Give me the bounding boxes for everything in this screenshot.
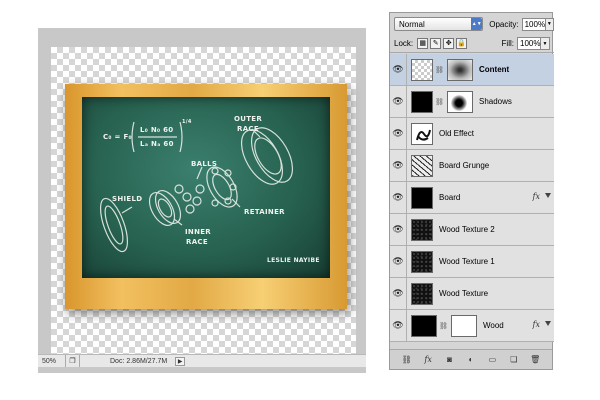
opacity-dropdown-icon[interactable]: ▼ xyxy=(545,17,554,31)
layer-thumbnail xyxy=(411,58,433,81)
layer-thumbnail xyxy=(411,250,433,273)
layer-thumbnail xyxy=(411,282,433,305)
lock-position-icon[interactable]: ✥ xyxy=(443,38,455,49)
eye-icon[interactable]: 👁 xyxy=(390,278,407,309)
layer-name: Wood xyxy=(483,321,504,330)
fill-dropdown-icon[interactable]: ▼ xyxy=(541,37,550,50)
layer-thumbnail xyxy=(411,90,433,113)
formula-numerator: L₀ N₀ 60 xyxy=(140,126,174,134)
label-balls: BALLS xyxy=(191,160,218,168)
layer-row-board-grunge[interactable]: 👁 Board Grunge xyxy=(390,150,554,182)
layer-name: Wood Texture 1 xyxy=(439,257,495,266)
canvas-window[interactable]: C₀ = F₀ L₀ N₀ 60 Lₐ Nₐ 60 1/4 OUTER RACE… xyxy=(38,28,366,373)
fx-icon[interactable]: fx xyxy=(533,320,540,329)
layer-row-wood-texture-1[interactable]: 👁 Wood Texture 1 xyxy=(390,246,554,278)
layer-name: Wood Texture xyxy=(439,289,489,298)
formula-lhs: C₀ = F₀ xyxy=(103,133,132,141)
label-outer-race: RACE xyxy=(237,125,259,133)
eye-icon[interactable]: 👁 xyxy=(390,214,407,245)
trash-icon[interactable]: 🗑 xyxy=(528,354,542,366)
status-bar: 50% ❐ Doc: 2.86M/27.7M ▶ xyxy=(38,354,366,367)
layer-row-wood-texture[interactable]: 👁 Wood Texture xyxy=(390,278,554,310)
layer-mask-thumbnail[interactable] xyxy=(447,58,473,81)
eye-icon[interactable]: 👁 xyxy=(390,118,407,149)
chain-link-icon[interactable]: ⛓ xyxy=(435,66,444,74)
eye-icon[interactable]: 👁 xyxy=(390,54,407,85)
layer-thumbnail xyxy=(411,218,433,241)
lock-transparent-pixels-icon[interactable]: ▦ xyxy=(417,38,429,49)
expand-effects-arrow-icon[interactable] xyxy=(545,321,551,326)
eye-icon[interactable]: 👁 xyxy=(390,182,407,213)
layer-name: Content xyxy=(479,65,510,74)
eye-icon[interactable]: 👁 xyxy=(390,246,407,277)
formula-exponent: 1/4 xyxy=(182,119,192,125)
layer-row-wood-texture-2[interactable]: 👁 Wood Texture 2 xyxy=(390,214,554,246)
fx-icon[interactable]: fx xyxy=(533,192,540,201)
opacity-field[interactable]: 100% xyxy=(521,17,546,31)
lock-all-icon[interactable]: 🔒 xyxy=(456,38,468,49)
select-arrows-icon: ▲▼ xyxy=(471,18,483,30)
layer-mask-thumbnail[interactable] xyxy=(447,90,473,113)
blend-mode-value: Normal xyxy=(399,19,425,29)
label-retainer: RETAINER xyxy=(244,208,285,216)
lock-fill-row: Lock: ▦ ✎ ✥ 🔒 Fill: 100% ▼ xyxy=(390,35,554,53)
doc-size: Doc: 2.86M/27.7M xyxy=(110,357,168,365)
chain-link-icon[interactable]: ⛓ xyxy=(439,322,448,330)
add-mask-icon[interactable]: ◙ xyxy=(443,354,457,366)
fill-label: Fill: xyxy=(501,39,514,48)
blend-opacity-row: Normal ▲▼ Opacity: 100% ▼ xyxy=(390,13,554,35)
layer-thumbnail xyxy=(411,314,437,337)
document-canvas[interactable]: C₀ = F₀ L₀ N₀ 60 Lₐ Nₐ 60 1/4 OUTER RACE… xyxy=(51,47,356,354)
zoom-level[interactable]: 50% xyxy=(38,355,66,367)
layer-row-board[interactable]: 👁 Board fx xyxy=(390,182,554,214)
lock-label: Lock: xyxy=(394,39,414,48)
layer-mask-thumbnail[interactable] xyxy=(451,314,477,337)
layer-name: Wood Texture 2 xyxy=(439,225,495,234)
chain-link-icon[interactable]: ⛓ xyxy=(435,98,444,106)
layers-bottom-toolbar: ⛓ fx ◙ ◐ ▭ ❏ 🗑 xyxy=(390,349,552,369)
layer-row-wood[interactable]: 👁 ⛓ Wood fx xyxy=(390,310,554,342)
new-layer-icon[interactable]: ❏ xyxy=(507,354,521,366)
eye-icon[interactable]: 👁 xyxy=(390,86,407,117)
layer-name: Board Grunge xyxy=(439,161,490,170)
layer-list: 👁 ⛓ Content 👁 ⛓ Shadows 👁 Old Effect 👁 B… xyxy=(390,54,554,342)
formula-denominator: Lₐ Nₐ 60 xyxy=(140,140,174,148)
label-inner-race: RACE xyxy=(186,238,208,246)
opacity-label: Opacity: xyxy=(489,19,519,29)
layer-row-old-effect[interactable]: 👁 Old Effect xyxy=(390,118,554,150)
label-outer: OUTER xyxy=(234,115,263,123)
lock-image-pixels-icon[interactable]: ✎ xyxy=(430,38,442,49)
chalk-drawing xyxy=(99,121,294,253)
fx-icon[interactable]: fx xyxy=(421,354,435,366)
layer-name: Old Effect xyxy=(439,129,474,138)
chalkboard: C₀ = F₀ L₀ N₀ 60 Lₐ Nₐ 60 1/4 OUTER RACE… xyxy=(82,97,330,278)
layer-name: Shadows xyxy=(479,97,512,106)
label-inner: INNER xyxy=(185,228,211,236)
eye-icon[interactable]: 👁 xyxy=(390,150,407,181)
layer-row-shadows[interactable]: 👁 ⛓ Shadows xyxy=(390,86,554,118)
fill-field[interactable]: 100% xyxy=(517,37,541,50)
layer-thumbnail xyxy=(411,154,433,177)
layer-row-content[interactable]: 👁 ⛓ Content xyxy=(390,54,554,86)
eye-icon[interactable]: 👁 xyxy=(390,310,407,341)
blend-mode-select[interactable]: Normal ▲▼ xyxy=(394,17,484,31)
wooden-frame: C₀ = F₀ L₀ N₀ 60 Lₐ Nₐ 60 1/4 OUTER RACE… xyxy=(65,84,347,309)
layer-thumbnail xyxy=(411,122,433,145)
signature: LESLIE NAYIBE xyxy=(267,257,320,264)
expand-effects-arrow-icon[interactable] xyxy=(545,193,551,198)
adjustment-layer-icon[interactable]: ◐ xyxy=(464,354,478,366)
label-shield: SHIELD xyxy=(112,195,143,203)
layer-name: Board xyxy=(439,193,461,202)
layers-panel: Normal ▲▼ Opacity: 100% ▼ Lock: ▦ ✎ ✥ 🔒 … xyxy=(389,12,554,370)
layer-thumbnail xyxy=(411,186,433,209)
status-menu-arrow-icon[interactable]: ▶ xyxy=(175,356,186,366)
new-group-icon[interactable]: ▭ xyxy=(485,354,499,366)
status-info-icon[interactable]: ❐ xyxy=(66,355,80,367)
link-layers-icon[interactable]: ⛓ xyxy=(400,354,414,366)
